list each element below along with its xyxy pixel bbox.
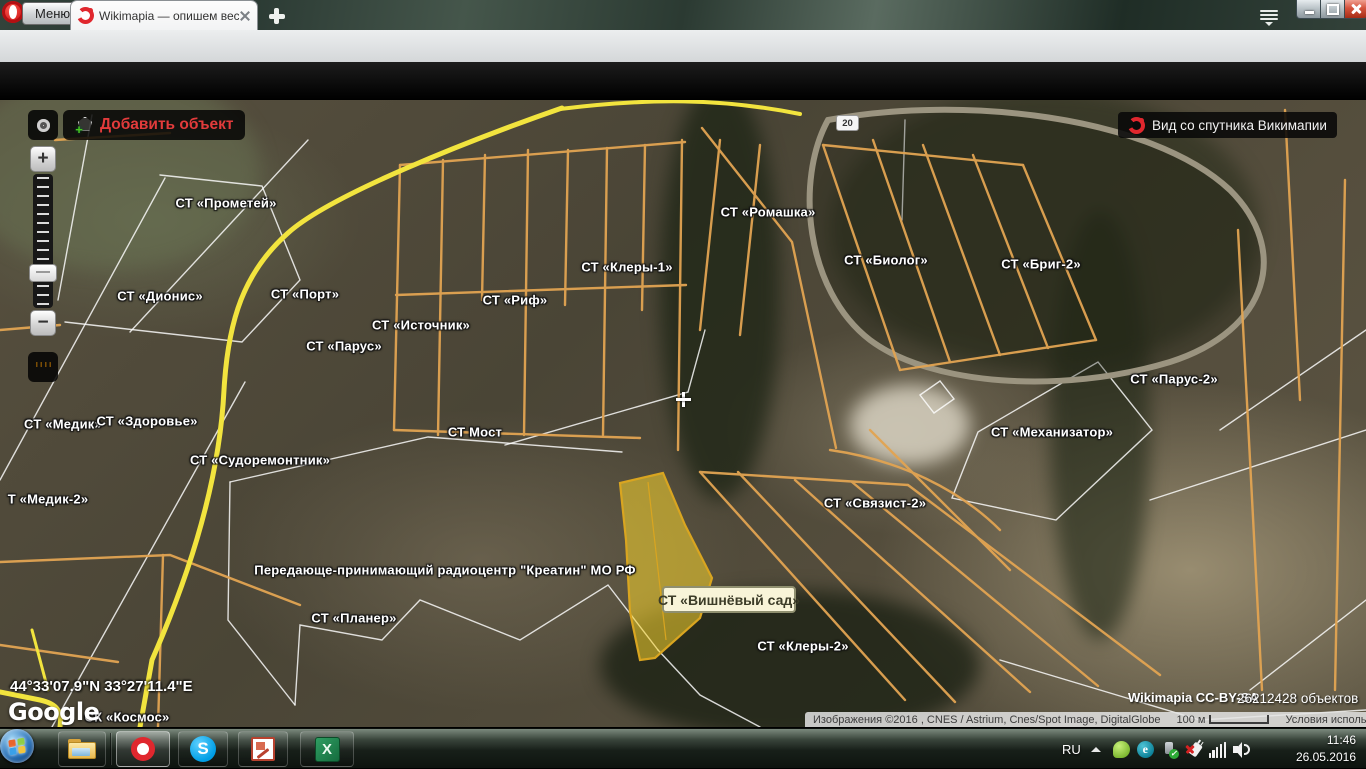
scale-bar xyxy=(1209,715,1269,724)
eset-letter: e xyxy=(1143,742,1148,757)
objects-count: 26212428 объектов xyxy=(1237,691,1358,706)
new-tab-button[interactable] xyxy=(266,7,288,25)
map-canvas[interactable]: СТ «Прометей»СТ «Дионис»СТ «Порт»СТ «Пар… xyxy=(0,100,1366,727)
opera-menu-logo-icon[interactable] xyxy=(2,1,24,23)
clock-date: 26.05.2016 xyxy=(1296,749,1356,766)
wikimapia-header: wikimapia Редактирование Категории Войти… xyxy=(0,62,1366,100)
volume-icon[interactable] xyxy=(1233,741,1250,758)
geolocation-icon xyxy=(37,119,50,132)
zoom-slider-track[interactable] xyxy=(33,174,53,308)
ruler-icon xyxy=(34,362,52,373)
antivirus-tray-icon[interactable] xyxy=(1113,741,1130,758)
window-minimize-button[interactable] xyxy=(1296,0,1322,19)
map-center-crosshair-icon xyxy=(676,392,691,407)
taskbar-explorer-button[interactable] xyxy=(58,731,106,767)
scale-segment: 100 м xyxy=(1168,714,1277,726)
windows-flag-icon xyxy=(8,737,25,755)
road-number: 20 xyxy=(842,118,853,129)
measure-tool-button[interactable] xyxy=(28,352,58,382)
usb-safely-remove-icon[interactable]: ✓ xyxy=(1161,741,1178,758)
satellite-view-button[interactable]: Вид со спутника Викимапии xyxy=(1118,112,1337,138)
window-close-button[interactable] xyxy=(1344,0,1366,19)
tab-favicon-wikimapia-icon xyxy=(77,7,94,24)
satellite-view-label: Вид со спутника Викимапии xyxy=(1152,118,1327,133)
geolocation-button[interactable] xyxy=(28,110,58,140)
road-number-badge: 20 xyxy=(836,115,859,131)
tab-title: Wikimapia — опишем вес xyxy=(99,9,239,23)
zoom-out-button[interactable]: − xyxy=(30,310,56,336)
folder-icon xyxy=(68,739,96,759)
skype-icon: S xyxy=(190,736,216,762)
map-roads-layer xyxy=(0,100,1366,727)
windows-taskbar: S X RU e ✓ 11:46 26.05.2016 xyxy=(0,728,1366,768)
add-object-label: Добавить объект xyxy=(100,116,233,134)
taskbar-picture-manager-button[interactable] xyxy=(238,731,288,767)
map-attribution-bar: Изображения ©2016 , CNES / Astrium, Cnes… xyxy=(805,712,1366,727)
highlighted-object-polygon[interactable] xyxy=(620,473,712,660)
power-disconnected-icon[interactable] xyxy=(1185,741,1202,758)
excel-icon: X xyxy=(315,737,340,762)
terms-link[interactable]: Условия использования xyxy=(1277,714,1366,726)
tab-close-icon[interactable] xyxy=(239,10,251,22)
show-hidden-icons-arrow[interactable] xyxy=(1091,742,1101,752)
opera-menu-label: Меню xyxy=(35,6,70,21)
browser-address-bar: ← → ↻ ♥ ABP ↓ xyxy=(0,30,1366,63)
add-polygon-icon: + xyxy=(75,117,92,134)
taskbar-separator xyxy=(110,733,111,765)
coordinates-readout: 44°33'07.9"N 33°27'11.4"E xyxy=(10,678,193,695)
start-button[interactable] xyxy=(0,729,34,763)
tab-list-menu-icon[interactable] xyxy=(1258,8,1280,24)
skype-letter: S xyxy=(197,739,208,759)
zoom-in-button[interactable]: + xyxy=(30,146,56,172)
browser-tab[interactable]: Wikimapia — опишем вес xyxy=(70,0,258,30)
zoom-slider-handle[interactable] xyxy=(29,264,57,282)
taskbar-clock[interactable]: 11:46 26.05.2016 xyxy=(1296,732,1356,766)
taskbar-excel-button[interactable]: X xyxy=(300,731,354,767)
tooltip-text: СТ «Вишнёвый сад» xyxy=(658,592,800,608)
opera-icon xyxy=(131,737,155,761)
eset-tray-icon[interactable]: e xyxy=(1137,741,1154,758)
clock-time: 11:46 xyxy=(1296,732,1356,749)
system-tray: RU e ✓ 11:46 26.05.2016 xyxy=(1062,729,1366,769)
google-logo: Google xyxy=(8,698,99,726)
imagery-attribution: Изображения ©2016 , CNES / Astrium, Cnes… xyxy=(805,714,1168,726)
picture-manager-icon xyxy=(251,737,275,761)
window-restore-button[interactable] xyxy=(1320,0,1346,19)
language-indicator[interactable]: RU xyxy=(1062,742,1081,757)
taskbar-opera-button[interactable] xyxy=(116,731,170,767)
add-object-button[interactable]: + Добавить объект xyxy=(63,110,245,140)
network-signal-icon[interactable] xyxy=(1209,741,1226,758)
scale-label: 100 м xyxy=(1176,714,1205,726)
minus-icon: − xyxy=(37,312,48,334)
object-tooltip: СТ «Вишнёвый сад» xyxy=(662,586,796,613)
excel-letter: X xyxy=(322,741,332,758)
wikimapia-mini-logo-icon xyxy=(1128,117,1145,134)
browser-tab-strip: Меню Wikimapia — опишем вес xyxy=(0,0,1366,30)
taskbar-skype-button[interactable]: S xyxy=(178,731,228,767)
check-icon: ✓ xyxy=(1169,749,1179,759)
plus-icon: + xyxy=(37,148,48,170)
